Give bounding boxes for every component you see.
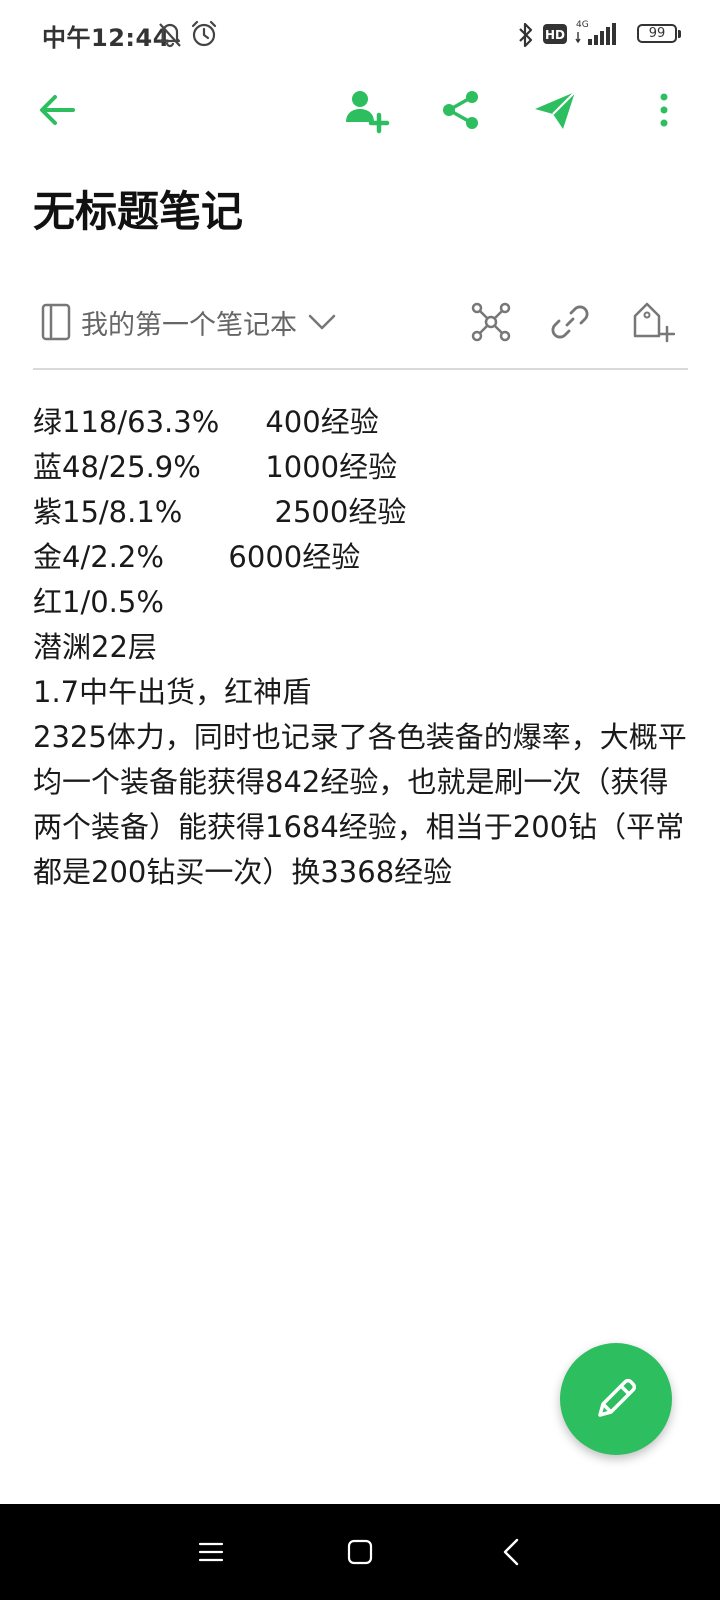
send-icon — [535, 91, 576, 129]
system-nav-bar — [0, 1504, 720, 1600]
more-options-button[interactable] — [636, 82, 692, 138]
note-meta-row: 我的第一个笔记本 — [33, 290, 688, 370]
home-button[interactable] — [330, 1524, 390, 1580]
note-line: 红1/0.5% — [33, 585, 164, 619]
add-user-icon — [346, 91, 390, 134]
status-bar: 中午12:44 HD 4G 99 — [0, 0, 720, 70]
recent-apps-button[interactable] — [181, 1524, 241, 1580]
add-tag-icon — [633, 302, 675, 343]
copy-link-button[interactable] — [546, 298, 594, 346]
system-back-button[interactable] — [481, 1524, 541, 1580]
note-body[interactable]: 绿118/63.3% 400经验 蓝48/25.9% 1000经验 紫15/8.… — [33, 400, 693, 895]
edit-note-button[interactable] — [560, 1343, 672, 1455]
mute-bell-icon — [157, 20, 183, 52]
send-button[interactable] — [527, 82, 583, 138]
home-icon — [347, 1539, 373, 1565]
pencil-icon — [598, 1378, 637, 1417]
bluetooth-icon — [516, 22, 536, 52]
network-type: 4G — [576, 20, 589, 30]
notebook-selector[interactable]: 我的第一个笔记本 — [41, 300, 337, 344]
link-icon — [551, 305, 589, 339]
note-line: 绿118/63.3% 400经验 — [33, 405, 379, 439]
note-paragraph: 2325体力，同时也记录了各色装备的爆率，大概平均一个装备能获得842经验，也就… — [33, 720, 687, 889]
notebook-icon — [41, 303, 71, 341]
share-with-user-button[interactable] — [338, 82, 394, 138]
note-line: 紫15/8.1% 2500经验 — [33, 495, 407, 529]
note-line: 蓝48/25.9% 1000经验 — [33, 450, 398, 484]
back-icon — [503, 1538, 519, 1566]
menu-icon — [198, 1542, 224, 1562]
add-tag-button[interactable] — [629, 298, 677, 346]
share-icon — [443, 91, 478, 129]
hd-badge-text: HD — [545, 28, 565, 42]
back-arrow-icon — [40, 95, 75, 125]
note-line: 金4/2.2% 6000经验 — [33, 540, 361, 574]
signal-icon: 4G — [574, 18, 618, 52]
back-button[interactable] — [29, 82, 85, 138]
note-title[interactable]: 无标题笔记 — [33, 178, 243, 239]
notebook-name: 我的第一个笔记本 — [81, 309, 297, 341]
connections-button[interactable] — [467, 298, 515, 346]
alarm-icon — [190, 20, 218, 52]
chevron-down-icon — [308, 314, 336, 330]
more-vert-icon — [660, 93, 668, 127]
status-time: 中午12:44 — [42, 24, 170, 52]
connections-icon — [471, 302, 511, 342]
note-line: 潜渊22层 — [33, 630, 157, 664]
note-line: 1.7中午出货，红神盾 — [33, 675, 312, 709]
share-button[interactable] — [433, 82, 489, 138]
battery-icon: 99 — [637, 24, 681, 43]
hd-icon: HD — [543, 24, 567, 48]
